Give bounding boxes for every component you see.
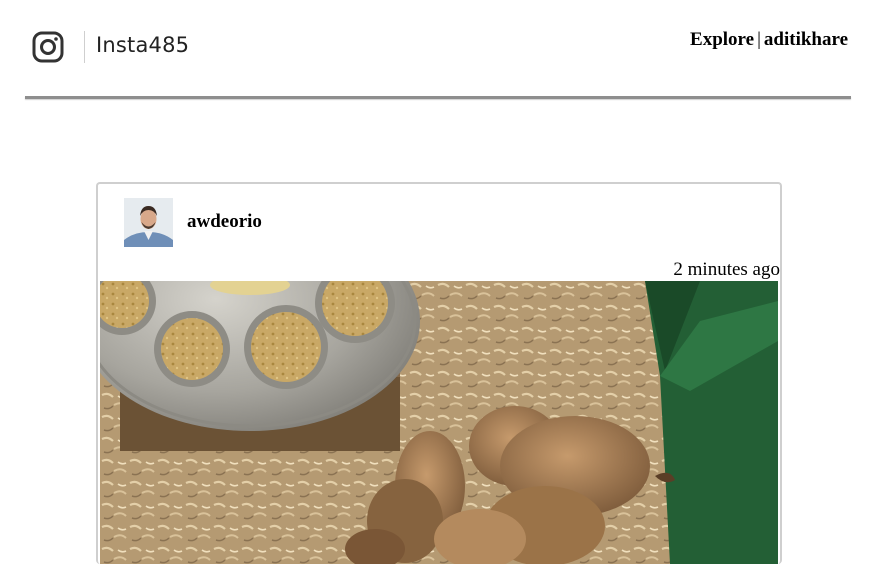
post-owner-link[interactable]: awdeorio bbox=[187, 211, 262, 233]
instagram-logo-icon[interactable] bbox=[31, 30, 65, 64]
avatar[interactable] bbox=[124, 198, 173, 247]
header: Insta485 Explore | aditikhare bbox=[0, 0, 895, 100]
explore-link[interactable]: Explore bbox=[690, 29, 754, 50]
post-image[interactable] bbox=[100, 281, 778, 564]
header-rule bbox=[25, 96, 851, 99]
post-timestamp-link[interactable]: 2 minutes ago bbox=[673, 259, 780, 281]
header-divider bbox=[84, 31, 85, 63]
brand-name[interactable]: Insta485 bbox=[96, 33, 189, 57]
nav: Explore | aditikhare bbox=[690, 29, 848, 51]
nav-separator: | bbox=[757, 29, 761, 50]
post-card: awdeorio 2 minutes ago bbox=[96, 182, 782, 564]
current-user-link[interactable]: aditikhare bbox=[764, 29, 848, 50]
